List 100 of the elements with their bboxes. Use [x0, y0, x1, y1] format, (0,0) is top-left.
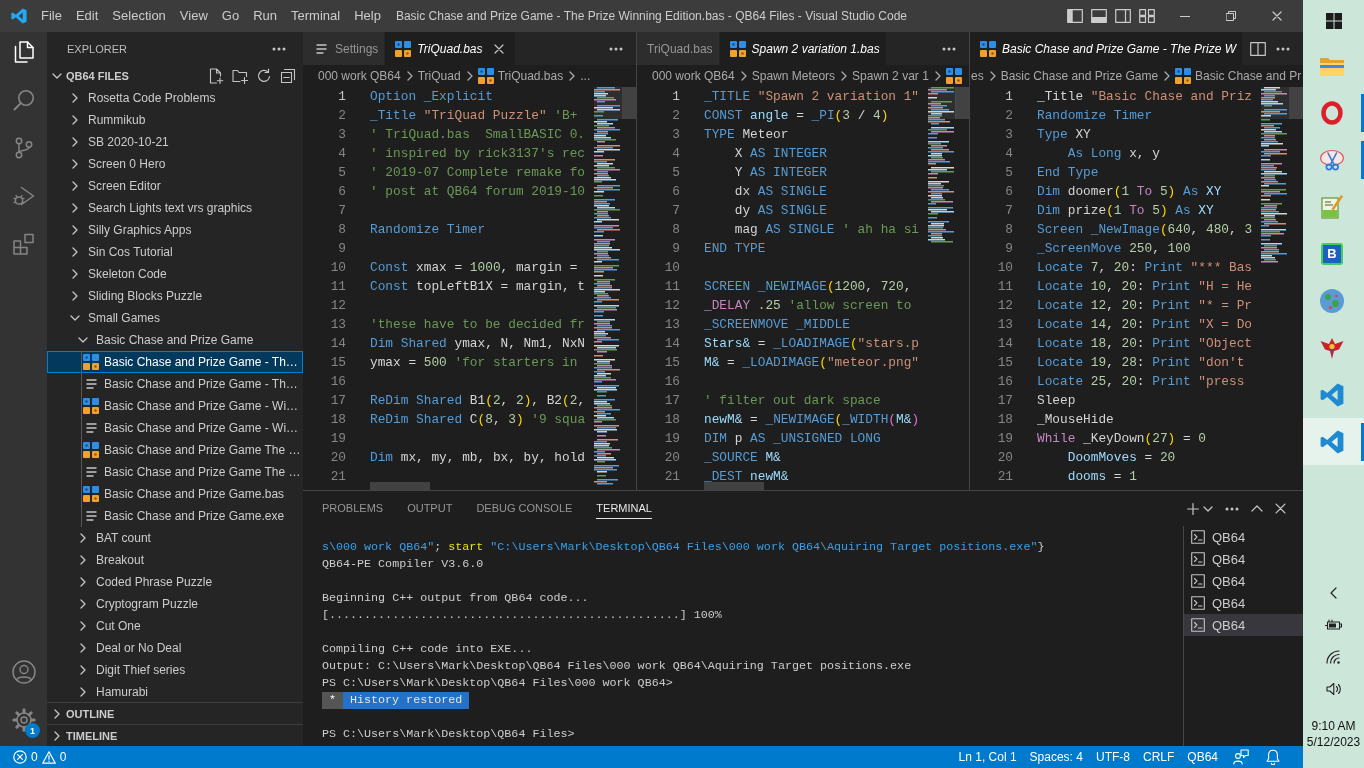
- folder-item[interactable]: BAT count: [47, 527, 303, 549]
- extensions-icon[interactable]: [12, 233, 35, 255]
- chevron-up-icon[interactable]: [1251, 505, 1263, 512]
- editor-tab[interactable]: Spawn 2 variation 1.bas: [719, 32, 887, 65]
- close-icon[interactable]: [1275, 503, 1286, 514]
- section-header[interactable]: QB64 FILES: [52, 65, 129, 87]
- close-icon[interactable]: [493, 43, 504, 54]
- folder-item[interactable]: Breakout: [47, 549, 303, 571]
- folder-item[interactable]: Sliding Blocks Puzzle: [47, 285, 303, 307]
- customize-layout-icon[interactable]: [1139, 9, 1155, 23]
- scrollbar-thumb[interactable]: [1289, 87, 1303, 119]
- source-control-icon[interactable]: [14, 137, 33, 159]
- menu-item[interactable]: Go: [214, 5, 247, 27]
- terminal-item[interactable]: QB64: [1184, 614, 1303, 636]
- tree-item[interactable]: Basic Chase and Prize Game The …: [47, 439, 303, 461]
- taskbar-button[interactable]: B: [1303, 230, 1364, 277]
- editor-tab[interactable]: TriQuad.bas: [385, 32, 516, 65]
- tree-item[interactable]: Basic Chase and Prize Game - Th…: [47, 351, 303, 373]
- battery-icon[interactable]: [1324, 619, 1343, 631]
- menu-item[interactable]: Terminal: [284, 5, 348, 27]
- refresh-icon[interactable]: [256, 68, 272, 84]
- sidebar-layout-icon[interactable]: [1067, 9, 1083, 23]
- breadcrumb-item[interactable]: Basic Chase and Pr: [1175, 68, 1302, 84]
- folder-item[interactable]: Basic Chase and Prize Game: [47, 329, 303, 351]
- restore-icon[interactable]: [1226, 11, 1236, 21]
- app-logo-icon[interactable]: [11, 8, 27, 24]
- breadcrumb-item[interactable]: Spawn 2 var 1: [852, 69, 929, 83]
- panel-tab[interactable]: TERMINAL: [596, 498, 652, 519]
- more-icon[interactable]: [272, 46, 286, 51]
- tree-item[interactable]: Basic Chase and Prize Game The …: [47, 461, 303, 483]
- breadcrumb-item[interactable]: ...: [580, 69, 591, 83]
- terminal-item[interactable]: QB64: [1184, 526, 1303, 548]
- new-folder-icon[interactable]: [232, 68, 248, 84]
- status-item[interactable]: UTF-8: [1089, 746, 1136, 768]
- editor-tab[interactable]: Settings: [303, 32, 386, 65]
- menu-item[interactable]: View: [172, 5, 215, 27]
- editor-tab[interactable]: Basic Chase and Prize Game - The Prize W: [970, 32, 1244, 65]
- section-header[interactable]: OUTLINE: [47, 702, 303, 724]
- chevron-down-icon[interactable]: [1203, 505, 1213, 512]
- status-item[interactable]: Ln 1, Col 1: [952, 746, 1023, 768]
- windows-logo-icon[interactable]: [1325, 13, 1342, 29]
- tree-item[interactable]: Basic Chase and Prize Game.exe: [47, 505, 303, 527]
- collapse-all-icon[interactable]: [280, 68, 296, 84]
- breadcrumb-item[interactable]: TriQuad.bas: [477, 68, 564, 84]
- folder-item[interactable]: Screen 0 Hero: [47, 153, 303, 175]
- minimize-icon[interactable]: [1180, 15, 1190, 17]
- wifi-icon[interactable]: [1325, 650, 1342, 664]
- bell-icon[interactable]: [1266, 749, 1280, 765]
- clock-time[interactable]: 9:10 AM: [1311, 718, 1356, 734]
- menu-item[interactable]: Edit: [68, 5, 106, 27]
- scissors-icon[interactable]: [1320, 148, 1344, 171]
- terminal-item[interactable]: QB64: [1184, 592, 1303, 614]
- account-icon[interactable]: [11, 660, 36, 684]
- folder-item[interactable]: SB 2020-10-21: [47, 131, 303, 153]
- panel-tab[interactable]: PROBLEMS: [322, 498, 384, 519]
- more-icon[interactable]: [609, 46, 623, 51]
- ring-icon[interactable]: [1321, 100, 1343, 125]
- more-icon[interactable]: [942, 46, 956, 51]
- breadcrumb-item[interactable]: [945, 68, 962, 84]
- panel-layout-icon[interactable]: [1091, 9, 1107, 23]
- new-file-icon[interactable]: [208, 68, 224, 84]
- scrollbar-thumb[interactable]: [955, 87, 969, 119]
- tree-item[interactable]: Basic Chase and Prize Game - Wi…: [47, 395, 303, 417]
- breadcrumb-item[interactable]: es: [971, 69, 984, 83]
- folder-item[interactable]: Rosetta Code Problems: [47, 87, 303, 109]
- search-icon[interactable]: [12, 89, 35, 111]
- terminal-item[interactable]: QB64: [1184, 570, 1303, 592]
- run-debug-icon[interactable]: [12, 185, 35, 207]
- scrollbar-thumb[interactable]: [622, 87, 636, 119]
- menu-item[interactable]: Selection: [105, 5, 173, 27]
- menu-item[interactable]: File: [34, 5, 69, 27]
- status-item[interactable]: Spaces: 4: [1023, 746, 1089, 768]
- tree-item[interactable]: Basic Chase and Prize Game.bas: [47, 483, 303, 505]
- folder-item[interactable]: Skeleton Code: [47, 263, 303, 285]
- plus-icon[interactable]: [1187, 502, 1199, 515]
- breadcrumb-item[interactable]: Spawn Meteors: [751, 69, 836, 83]
- taskbar-button[interactable]: [1303, 418, 1364, 465]
- split-editor-icon[interactable]: [1250, 41, 1266, 56]
- folder-item[interactable]: Cut One: [47, 615, 303, 637]
- files-icon[interactable]: [13, 41, 34, 63]
- folder-item[interactable]: Silly Graphics Apps: [47, 219, 303, 241]
- status-item[interactable]: QB64: [1181, 746, 1224, 768]
- tree-item[interactable]: Basic Chase and Prize Game - Wi…: [47, 417, 303, 439]
- clock-date[interactable]: 5/12/2023: [1306, 734, 1361, 750]
- terminal-item[interactable]: QB64: [1184, 548, 1303, 570]
- chevron-left-icon[interactable]: [1330, 587, 1337, 599]
- problems-status[interactable]: 0 0: [7, 746, 73, 768]
- folder-item[interactable]: Sin Cos Tutorial: [47, 241, 303, 263]
- panel-tab[interactable]: OUTPUT: [407, 498, 453, 519]
- globe-icon[interactable]: [1320, 288, 1344, 313]
- folder-item[interactable]: Small Games: [47, 307, 303, 329]
- menu-item[interactable]: Run: [246, 5, 284, 27]
- ribbon-icon[interactable]: [1320, 382, 1344, 407]
- folder-item[interactable]: Rummikub: [47, 109, 303, 131]
- horizontal-scrollbar[interactable]: [370, 482, 430, 490]
- feedback-icon[interactable]: [1233, 749, 1249, 765]
- more-icon[interactable]: [1276, 46, 1290, 51]
- folder-item[interactable]: Deal or No Deal: [47, 637, 303, 659]
- editor-tab[interactable]: TriQuad.bas: [637, 32, 720, 65]
- folder-item[interactable]: Screen Editor: [47, 175, 303, 197]
